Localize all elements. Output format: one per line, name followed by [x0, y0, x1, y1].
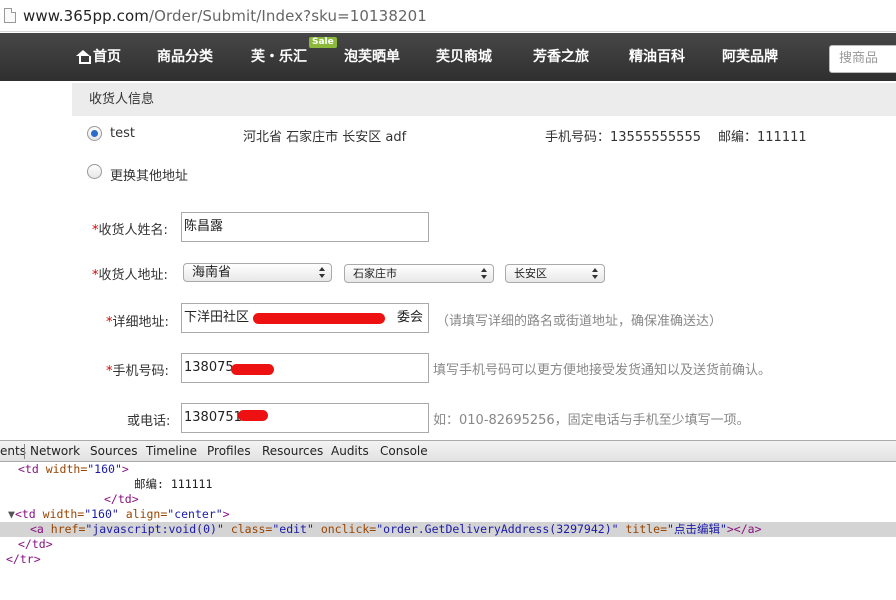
name-label: *收货人姓名:	[92, 223, 168, 238]
dom-line[interactable]: </td>	[0, 537, 896, 552]
search-input[interactable]: 搜商品	[829, 45, 896, 73]
dom-line[interactable]: </td>	[0, 492, 896, 507]
tab-network[interactable]: Network	[30, 441, 80, 462]
section-title: 收货人信息	[72, 83, 896, 116]
tel-field[interactable]: 1380751	[181, 403, 429, 433]
saved-address-location: 河北省 石家庄市 长安区 adf	[243, 130, 407, 145]
saved-address-name: test	[110, 126, 135, 141]
home-icon	[76, 50, 91, 64]
sale-badge: Sale	[309, 37, 337, 48]
saved-address-radio[interactable]	[87, 126, 102, 141]
saved-address-zip: 邮编：111111	[718, 130, 807, 145]
address-label: *收货人地址:	[92, 268, 168, 283]
dom-line[interactable]: </tr>	[0, 552, 896, 567]
detail-address-hint: （请填写详细的路名或街道地址，确保准确送达）	[436, 314, 723, 329]
mobile-hint: 填写手机号码可以更方便地接受发货通知以及送货前确认。	[433, 363, 772, 378]
devtools-tabbar: ents Network Sources Timeline Profiles R…	[0, 440, 896, 462]
detail-address-label: *详细地址:	[106, 315, 169, 330]
city-select[interactable]: 石家庄市	[344, 264, 494, 283]
select-arrows-icon	[319, 267, 326, 278]
mobile-label: *手机号码:	[106, 364, 169, 379]
tab-timeline[interactable]: Timeline	[146, 441, 197, 462]
other-address-radio[interactable]	[87, 164, 102, 179]
redaction-mark	[238, 410, 268, 421]
expand-triangle-icon[interactable]: ▼	[8, 507, 15, 521]
dom-line-selected[interactable]: <a href="javascript:void(0)" class="edit…	[0, 522, 896, 537]
dom-line[interactable]: ▼<td width="160" align="center">	[0, 507, 896, 522]
main-nav: 首页 商品分类 芙・乐汇 Sale 泡芙晒单 芙贝商城 芳香之旅 精油百科 阿芙…	[0, 33, 896, 81]
other-address-label[interactable]: 更换其他地址	[110, 165, 188, 184]
dom-line[interactable]: 邮编: 111111	[0, 477, 896, 492]
tab-sources[interactable]: Sources	[90, 441, 137, 462]
nav-item-brand[interactable]: 阿芙品牌	[722, 33, 778, 81]
tab-elements[interactable]: ents	[0, 441, 26, 462]
tel-hint: 如：010-82695256，固定电话与手机至少填写一项。	[433, 413, 750, 428]
name-field[interactable]: 陈昌露	[181, 212, 429, 242]
saved-address-phone: 手机号码：13555555555	[545, 130, 701, 145]
redaction-mark	[231, 364, 274, 375]
dom-line[interactable]: <td width="160">	[0, 462, 896, 477]
tab-resources[interactable]: Resources	[262, 441, 323, 462]
address-bar[interactable]: www.365pp.com/Order/Submit/Index?sku=101…	[0, 0, 896, 32]
page-icon	[4, 8, 16, 23]
tel-label: 或电话:	[127, 414, 171, 429]
dom-tree[interactable]: <td width="160"> 邮编: 111111 </td> ▼<td w…	[0, 462, 896, 600]
nav-item-aroma-journey[interactable]: 芳香之旅	[533, 33, 589, 81]
mobile-field[interactable]: 138075	[181, 353, 429, 383]
district-select[interactable]: 长安区	[505, 264, 605, 283]
url-text[interactable]: www.365pp.com/Order/Submit/Index?sku=101…	[23, 7, 427, 25]
tab-separator	[24, 444, 25, 459]
nav-item-fulehui[interactable]: 芙・乐汇	[251, 33, 307, 81]
select-arrows-icon	[592, 268, 599, 279]
tab-profiles[interactable]: Profiles	[207, 441, 251, 462]
nav-item-home[interactable]: 首页	[76, 33, 121, 81]
devtools-panel: ents Network Sources Timeline Profiles R…	[0, 440, 896, 566]
select-arrows-icon	[481, 268, 488, 279]
redaction-mark	[253, 313, 385, 324]
nav-item-oil-wiki[interactable]: 精油百科	[629, 33, 685, 81]
nav-item-mall[interactable]: 芙贝商城	[436, 33, 492, 81]
province-select[interactable]: 海南省	[183, 263, 332, 282]
tab-audits[interactable]: Audits	[331, 441, 369, 462]
nav-item-reviews[interactable]: 泡芙晒单	[344, 33, 400, 81]
tab-console[interactable]: Console	[380, 441, 428, 462]
nav-item-categories[interactable]: 商品分类	[157, 33, 213, 81]
